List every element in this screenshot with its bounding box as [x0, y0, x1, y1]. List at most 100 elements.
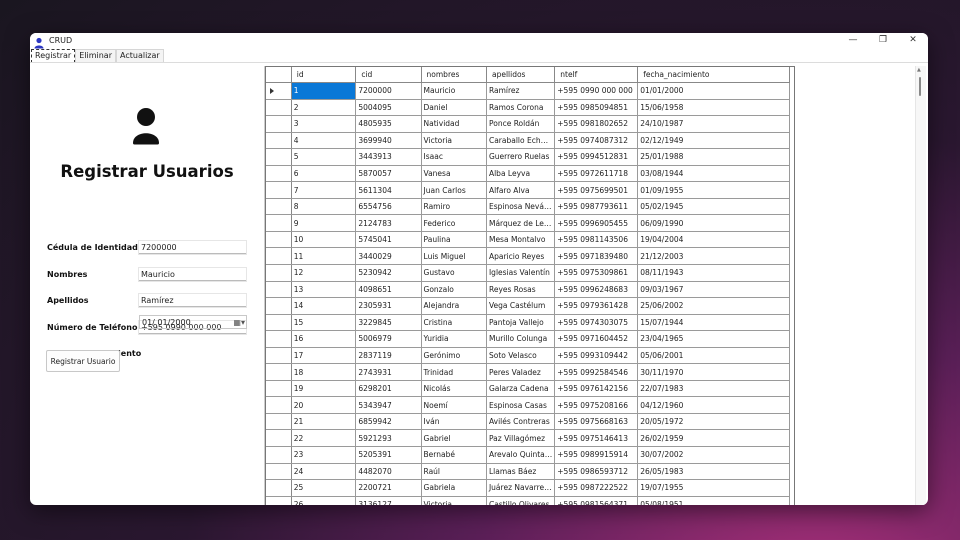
cell-id[interactable]: 12 — [291, 264, 357, 282]
cell-fecha-nacimiento[interactable]: 19/04/2004 — [637, 231, 790, 249]
table-row[interactable]: 11 3440029 Luis Miguel Aparicio Reyes +595 0… — [266, 247, 794, 266]
cell-fecha-nacimiento[interactable]: 15/06/1958 — [637, 99, 790, 117]
scroll-up-icon[interactable]: ▲ — [917, 67, 921, 73]
table-row[interactable]: 14 2305931 Alejandra Vega Castélum +595 0979… — [266, 297, 794, 315]
cell-fecha-nacimiento[interactable]: 05/02/1945 — [637, 198, 790, 216]
cell-id[interactable]: 25 — [291, 479, 357, 497]
cell-fecha-nacimiento[interactable]: 25/01/1988 — [637, 148, 790, 166]
cell-fecha-nacimiento[interactable]: 08/11/1943 — [637, 264, 790, 282]
cell-ntelf[interactable]: +595 0992584546 — [554, 363, 639, 381]
column-header-nombres[interactable]: nombres — [421, 67, 487, 83]
cell-apellidos[interactable]: Caraballo Ech… — [486, 132, 556, 150]
cell-apellidos[interactable]: Pantoja Vallejo — [486, 314, 556, 332]
cell-nombres[interactable]: Paulina — [421, 231, 487, 249]
cell-apellidos[interactable]: Alba Leyva — [486, 165, 556, 183]
row-header[interactable] — [266, 413, 292, 431]
cell-cid[interactable]: 5006979 — [355, 330, 422, 348]
fecha-date-picker[interactable]: 01/ 01/2000 ▦▾ — [139, 315, 247, 329]
cell-apellidos[interactable]: Castillo Olivares — [486, 496, 556, 505]
cell-apellidos[interactable]: Márquez de Le… — [486, 214, 556, 232]
cell-fecha-nacimiento[interactable]: 26/05/1983 — [637, 463, 790, 481]
cell-fecha-nacimiento[interactable]: 26/02/1959 — [637, 429, 790, 448]
row-header[interactable] — [266, 347, 292, 365]
cell-fecha-nacimiento[interactable]: 03/08/1944 — [637, 165, 790, 183]
cell-cid[interactable]: 3440029 — [355, 247, 422, 266]
cell-ntelf[interactable]: +595 0993109442 — [554, 347, 639, 365]
cell-nombres[interactable]: Cristina — [421, 314, 487, 332]
cell-cid[interactable]: 5230942 — [355, 264, 422, 282]
cell-nombres[interactable]: Gabriel — [421, 429, 487, 448]
cell-ntelf[interactable]: +595 0974087312 — [554, 132, 639, 150]
cell-id[interactable]: 4 — [291, 132, 357, 150]
cell-ntelf[interactable]: +595 0976142156 — [554, 380, 639, 398]
cell-id[interactable]: 19 — [291, 380, 357, 398]
row-header[interactable] — [266, 181, 292, 199]
calendar-dropdown-icon[interactable]: ▦▾ — [233, 316, 245, 329]
cell-fecha-nacimiento[interactable]: 02/12/1949 — [637, 132, 790, 150]
cell-cid[interactable]: 4482070 — [355, 463, 422, 481]
cell-ntelf[interactable]: +595 0975146413 — [554, 429, 639, 448]
table-row[interactable]: 6 5870057 Vanesa Alba Leyva +595 0972611718 0… — [266, 165, 794, 183]
cell-id[interactable]: 21 — [291, 413, 357, 431]
cell-nombres[interactable]: Noemí — [421, 396, 487, 414]
tab-eliminar[interactable]: Eliminar — [75, 49, 116, 62]
cell-id[interactable]: 1 — [291, 82, 357, 100]
table-row[interactable]: 8 6554756 Ramiro Espinosa Nevá… +595 0987793… — [266, 198, 794, 216]
cell-id[interactable]: 13 — [291, 281, 357, 299]
cedula-input[interactable]: 7200000 — [138, 240, 247, 255]
cell-apellidos[interactable]: Peres Valadez — [486, 363, 556, 381]
cell-apellidos[interactable]: Mesa Montalvo — [486, 231, 556, 249]
table-row[interactable]: 20 5343947 Noemí Espinosa Casas +595 0975208… — [266, 396, 794, 414]
cell-apellidos[interactable]: Espinosa Casas — [486, 396, 556, 414]
cell-ntelf[interactable]: +595 0987793611 — [554, 198, 639, 216]
cell-apellidos[interactable]: Galarza Cadena — [486, 380, 556, 398]
tab-actualizar[interactable]: Actualizar — [116, 49, 164, 62]
apellidos-input[interactable]: Ramírez — [138, 293, 247, 308]
cell-cid[interactable]: 2743931 — [355, 363, 422, 381]
cell-nombres[interactable]: Daniel — [421, 99, 487, 117]
cell-nombres[interactable]: Alejandra — [421, 297, 487, 315]
row-header[interactable] — [266, 446, 292, 464]
cell-ntelf[interactable]: +595 0981143506 — [554, 231, 639, 249]
cell-ntelf[interactable]: +595 0990 000 000 — [554, 82, 639, 100]
cell-nombres[interactable]: Mauricio — [421, 82, 487, 100]
table-row[interactable]: 21 6859942 Iván Avilés Contreras +595 097566… — [266, 413, 794, 431]
cell-nombres[interactable]: Raúl — [421, 463, 487, 481]
row-header[interactable] — [266, 297, 292, 315]
cell-id[interactable]: 6 — [291, 165, 357, 183]
cell-id[interactable]: 24 — [291, 463, 357, 481]
cell-apellidos[interactable]: Iglesias Valentín — [486, 264, 556, 282]
cell-fecha-nacimiento[interactable]: 01/01/2000 — [637, 82, 790, 100]
cell-id[interactable]: 5 — [291, 148, 357, 166]
cell-id[interactable]: 10 — [291, 231, 357, 249]
cell-apellidos[interactable]: Avilés Contreras — [486, 413, 556, 431]
cell-id[interactable]: 7 — [291, 181, 357, 199]
cell-ntelf[interactable]: +595 0975208166 — [554, 396, 639, 414]
row-header[interactable] — [266, 363, 292, 381]
close-button[interactable]: ✕ — [898, 33, 928, 47]
cell-fecha-nacimiento[interactable]: 25/06/2002 — [637, 297, 790, 315]
cell-id[interactable]: 2 — [291, 99, 357, 117]
cell-apellidos[interactable]: Aparicio Reyes — [486, 247, 556, 266]
nombres-input[interactable]: Mauricio — [138, 267, 247, 282]
cell-ntelf[interactable]: +595 0996248683 — [554, 281, 639, 299]
table-row[interactable]: 4 3699940 Victoria Caraballo Ech… +595 09740… — [266, 132, 794, 150]
cell-ntelf[interactable]: +595 0972611718 — [554, 165, 639, 183]
cell-id[interactable]: 26 — [291, 496, 357, 505]
cell-ntelf[interactable]: +595 0986593712 — [554, 463, 639, 481]
cell-nombres[interactable]: Victoria — [421, 496, 487, 505]
cell-apellidos[interactable]: Espinosa Nevá… — [486, 198, 556, 216]
table-row[interactable]: 2 5004095 Daniel Ramos Corona +595 098509485… — [266, 99, 794, 117]
table-row[interactable]: 1 7200000 Mauricio Ramírez +595 0990 000 000… — [266, 82, 794, 100]
row-header[interactable] — [266, 314, 292, 332]
row-header[interactable] — [266, 247, 292, 266]
cell-nombres[interactable]: Bernabé — [421, 446, 487, 464]
cell-cid[interactable]: 2305931 — [355, 297, 422, 315]
cell-nombres[interactable]: Iván — [421, 413, 487, 431]
row-header[interactable] — [266, 496, 292, 505]
row-header[interactable] — [266, 99, 292, 117]
cell-ntelf[interactable]: +595 0971839480 — [554, 247, 639, 266]
table-row[interactable]: 25 2200721 Gabriela Juárez Navarre… +595 098… — [266, 479, 794, 497]
cell-apellidos[interactable]: Alfaro Alva — [486, 181, 556, 199]
row-header[interactable] — [266, 380, 292, 398]
